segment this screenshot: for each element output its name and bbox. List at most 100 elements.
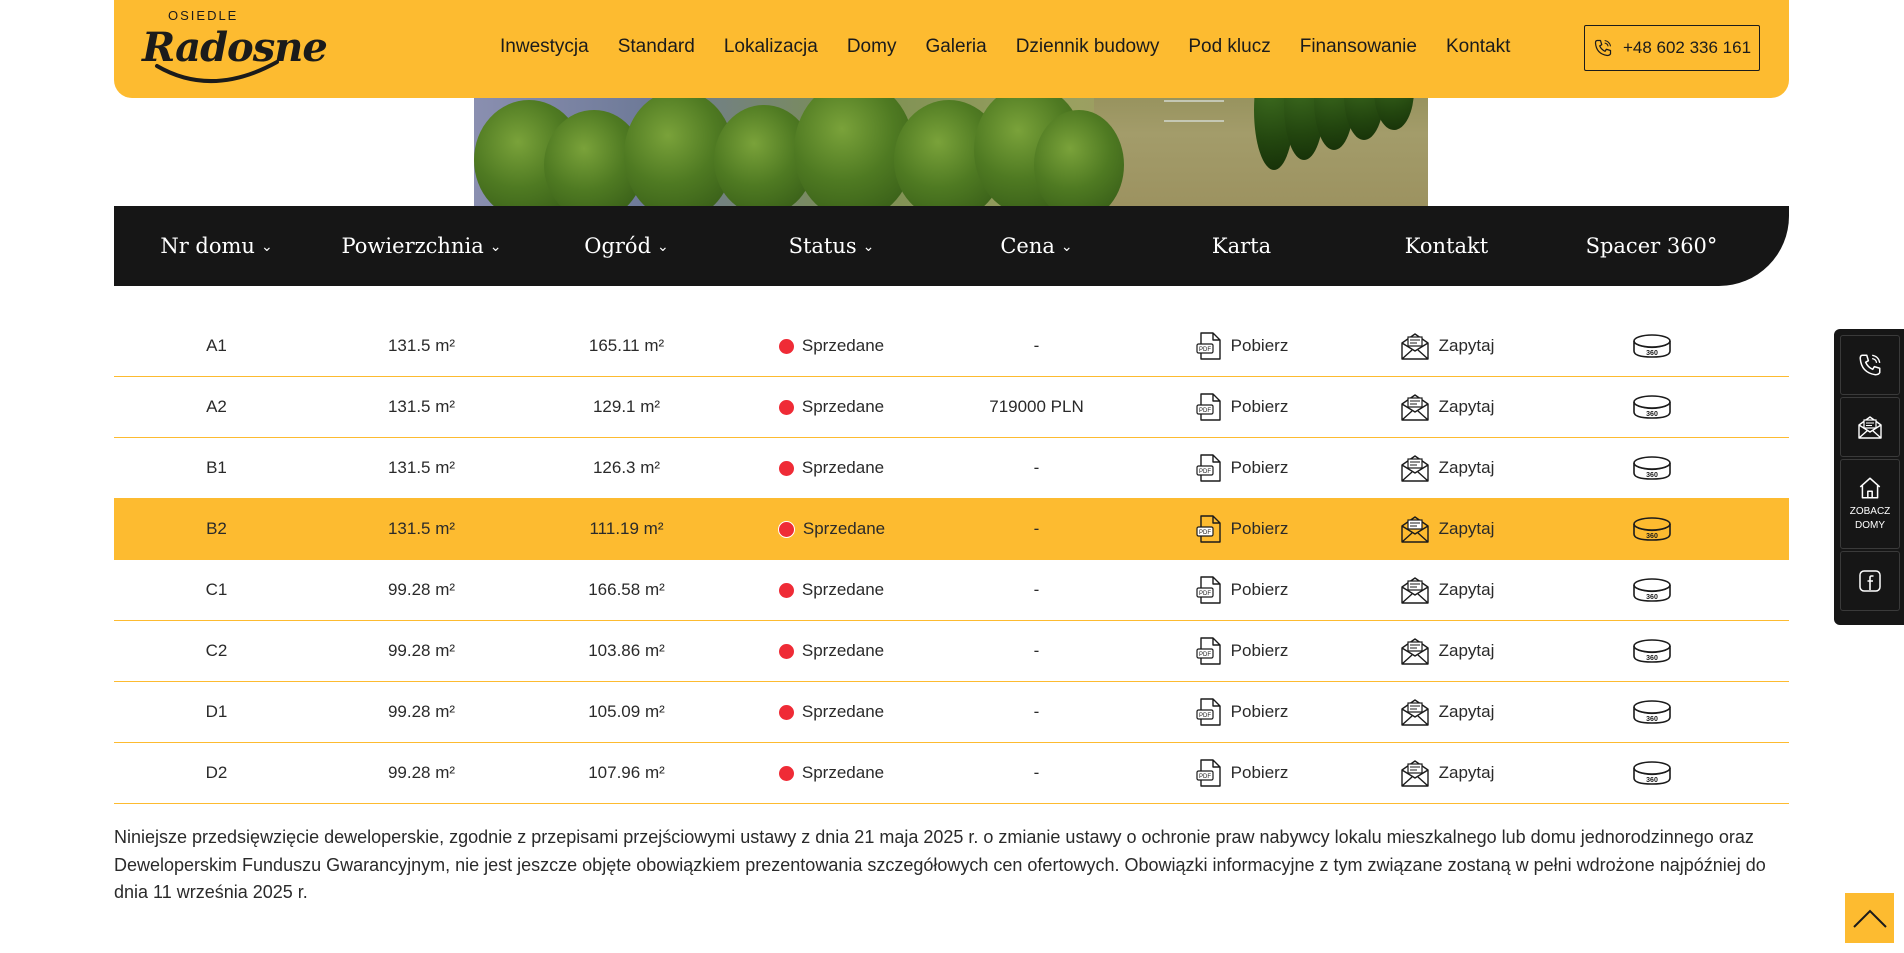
inquire-link[interactable]: Zapytaj — [1344, 392, 1549, 422]
virtual-tour-link[interactable]: 360 — [1549, 576, 1754, 604]
status-text: Sprzedane — [801, 397, 885, 416]
cell-garden: 111.19 m² — [524, 519, 729, 539]
cell-area: 131.5 m² — [319, 397, 524, 417]
phone-button[interactable]: +48 602 336 161 — [1584, 25, 1760, 71]
cell-nr: D1 — [114, 702, 319, 722]
garden-area: 165.11 m² — [588, 336, 665, 355]
garden-area: 126.3 m² — [592, 458, 661, 477]
cell-area: 99.28 m² — [319, 641, 524, 661]
garden-area: 166.58 m² — [588, 580, 665, 599]
download-card-link[interactable]: PDF Pobierz — [1139, 636, 1344, 666]
side-contact-panel: ZOBACZ DOMY — [1834, 329, 1904, 625]
cell-garden: 103.86 m² — [524, 641, 729, 661]
virtual-tour-link[interactable]: 360 — [1549, 637, 1754, 665]
inquire-link[interactable]: Zapytaj — [1344, 331, 1549, 361]
inquire-link[interactable]: Zapytaj — [1344, 453, 1549, 483]
svg-text:360: 360 — [1646, 655, 1658, 662]
inquire-link[interactable]: Zapytaj — [1344, 514, 1549, 544]
svg-text:PDF: PDF — [1199, 408, 1211, 414]
virtual-tour-link[interactable]: 360 — [1549, 515, 1754, 543]
th-nr-domu[interactable]: Nr domu ⌄ — [114, 234, 319, 258]
side-mail-button[interactable] — [1840, 397, 1900, 457]
house-area: 131.5 m² — [387, 458, 456, 477]
svg-text:PDF: PDF — [1199, 530, 1211, 536]
nav-galeria[interactable]: Galeria — [925, 36, 986, 58]
garden-area: 105.09 m² — [588, 702, 665, 721]
nav-finansowanie[interactable]: Finansowanie — [1300, 36, 1417, 58]
mail-icon — [1400, 760, 1429, 787]
download-card-link[interactable]: PDF Pobierz — [1139, 331, 1344, 361]
status-dot — [778, 582, 794, 598]
svg-text:PDF: PDF — [1199, 713, 1211, 719]
virtual-tour-link[interactable]: 360 — [1549, 332, 1754, 360]
nav-pod-klucz[interactable]: Pod klucz — [1188, 36, 1270, 58]
status-dot — [778, 643, 794, 659]
table-row[interactable]: C1 99.28 m² 166.58 m² Sprzedane - PDF Pobierz Z… — [114, 560, 1789, 621]
house-number: A1 — [206, 336, 227, 355]
cell-nr: C1 — [114, 580, 319, 600]
th-label: Status — [788, 234, 857, 258]
house-number: B2 — [206, 519, 227, 538]
svg-text:360: 360 — [1646, 716, 1658, 723]
table-row[interactable]: D2 99.28 m² 107.96 m² Sprzedane - PDF Pobierz Z… — [114, 743, 1789, 804]
download-card-link[interactable]: PDF Pobierz — [1139, 697, 1344, 727]
table-header: Nr domu ⌄ Powierzchnia ⌄ Ogród ⌄ Status ⌄ Ce… — [114, 206, 1789, 286]
svg-text:360: 360 — [1646, 411, 1658, 418]
side-facebook-button[interactable] — [1840, 551, 1900, 611]
nav-dziennik-budowy[interactable]: Dziennik budowy — [1016, 36, 1160, 58]
table-row[interactable]: B2 131.5 m² 111.19 m² Sprzedane - PDF Pobierz Z… — [114, 499, 1789, 560]
pdf-icon: PDF — [1196, 515, 1221, 543]
mail-icon — [1400, 333, 1429, 360]
garden-area: 107.96 m² — [588, 763, 665, 782]
nav-inwestycja[interactable]: Inwestycja — [500, 36, 589, 58]
house-area: 99.28 m² — [387, 763, 456, 782]
nav-standard[interactable]: Standard — [618, 36, 695, 58]
chevron-down-icon: ⌄ — [862, 239, 875, 255]
virtual-tour-link[interactable]: 360 — [1549, 759, 1754, 787]
scroll-top-button[interactable] — [1845, 893, 1894, 943]
th-label: Ogród — [584, 234, 652, 258]
nav-kontakt[interactable]: Kontakt — [1446, 36, 1510, 58]
virtual-tour-link[interactable]: 360 — [1549, 454, 1754, 482]
th-label: Spacer 360° — [1585, 234, 1718, 258]
download-card-link[interactable]: PDF Pobierz — [1139, 392, 1344, 422]
nav-lokalizacja[interactable]: Lokalizacja — [724, 36, 818, 58]
inquire-link[interactable]: Zapytaj — [1344, 636, 1549, 666]
download-card-link[interactable]: PDF Pobierz — [1139, 514, 1344, 544]
th-cena[interactable]: Cena ⌄ — [934, 234, 1139, 258]
side-phone-button[interactable] — [1840, 335, 1900, 395]
cell-status: Sprzedane — [729, 580, 934, 600]
table-row[interactable]: A1 131.5 m² 165.11 m² Sprzedane - PDF Pobierz Z… — [114, 316, 1789, 377]
download-card-link[interactable]: PDF Pobierz — [1139, 575, 1344, 605]
th-ogrod[interactable]: Ogród ⌄ — [524, 234, 729, 258]
tour-360-icon: 360 — [1632, 700, 1671, 724]
svg-text:PDF: PDF — [1199, 591, 1211, 597]
virtual-tour-link[interactable]: 360 — [1549, 393, 1754, 421]
table-row[interactable]: D1 99.28 m² 105.09 m² Sprzedane - PDF Pobierz Z… — [114, 682, 1789, 743]
inquire-link[interactable]: Zapytaj — [1344, 758, 1549, 788]
side-see-houses-button[interactable]: ZOBACZ DOMY — [1840, 459, 1900, 549]
logo[interactable]: OSIEDLE Radosne — [142, 6, 328, 90]
th-powierzchnia[interactable]: Powierzchnia ⌄ — [319, 234, 524, 258]
price-value: - — [1033, 763, 1040, 782]
cell-price: - — [934, 458, 1139, 478]
virtual-tour-link[interactable]: 360 — [1549, 698, 1754, 726]
svg-text:360: 360 — [1646, 472, 1658, 479]
cell-area: 131.5 m² — [319, 458, 524, 478]
table-row[interactable]: B1 131.5 m² 126.3 m² Sprzedane - PDF Pobierz Za… — [114, 438, 1789, 499]
cell-garden: 166.58 m² — [524, 580, 729, 600]
download-card-link[interactable]: PDF Pobierz — [1139, 453, 1344, 483]
price-value: - — [1033, 336, 1040, 355]
download-card-link[interactable]: PDF Pobierz — [1139, 758, 1344, 788]
cell-price: - — [934, 580, 1139, 600]
house-area: 99.28 m² — [387, 641, 456, 660]
nav-domy[interactable]: Domy — [847, 36, 897, 58]
inquire-link[interactable]: Zapytaj — [1344, 697, 1549, 727]
price-notice: Niniejsze przedsięwzięcie deweloperskie,… — [114, 827, 1766, 902]
th-status[interactable]: Status ⌄ — [729, 234, 934, 258]
table-row[interactable]: A2 131.5 m² 129.1 m² Sprzedane 719000 PLN PDF… — [114, 377, 1789, 438]
logo-small-text: OSIEDLE — [168, 8, 239, 23]
table-row[interactable]: C2 99.28 m² 103.86 m² Sprzedane - PDF Pobierz Z… — [114, 621, 1789, 682]
inquire-link[interactable]: Zapytaj — [1344, 575, 1549, 605]
cell-status: Sprzedane — [729, 641, 934, 661]
